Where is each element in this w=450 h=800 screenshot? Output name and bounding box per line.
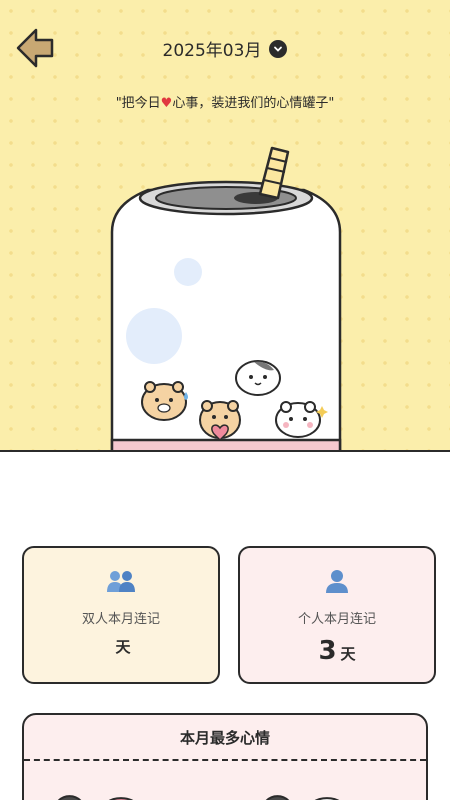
personal-streak-label: 个人本月连记 <box>297 612 376 627</box>
couple-streak-value-row: 天 <box>24 636 218 657</box>
mood-jar[interactable] <box>108 140 344 452</box>
personal-streak-value-row: 3 天 <box>240 636 434 666</box>
slogan: "把今日♥心事，装进我们的心情罐子" <box>0 92 450 111</box>
self-avatar-icon <box>265 795 290 800</box>
couple-streak-unit: 天 <box>115 638 131 656</box>
jar-scene: 2025年03月 "把今日♥心事，装进我们的心情罐子" <box>0 0 450 452</box>
month-label: 2025年03月 <box>162 41 262 61</box>
personal-streak-count: 3 <box>318 636 337 666</box>
personal-streak-unit: 天 <box>340 645 356 663</box>
dashed-divider <box>24 759 426 761</box>
partner-avatar-icon <box>57 795 82 800</box>
hamster-with-heart-icon <box>199 400 241 442</box>
top-mood-title: 本月最多心情 <box>179 729 270 747</box>
top-mood-card[interactable]: 本月最多心情 <box>22 713 428 800</box>
couple-streak-label: 双人本月连记 <box>81 612 160 627</box>
mood-avatars <box>57 795 340 800</box>
hamster-gray-icon <box>235 360 281 396</box>
slogan-text-start: "把今日 <box>115 96 161 111</box>
user-icon <box>240 568 434 594</box>
streak-cards: 双人本月连记 天 个人本月连记 3 天 <box>22 546 436 684</box>
chevron-down-icon <box>269 39 288 58</box>
personal-streak-card[interactable]: 个人本月连记 3 天 <box>238 546 436 684</box>
month-selector[interactable]: 2025年03月 <box>0 36 450 61</box>
couple-users-icon <box>24 568 218 594</box>
couple-streak-card[interactable]: 双人本月连记 天 <box>22 546 220 684</box>
hamster-icon <box>141 381 188 421</box>
heart-icon: ♥ <box>160 96 173 111</box>
slogan-text-end: 心事，装进我们的心情罐子" <box>172 96 335 111</box>
